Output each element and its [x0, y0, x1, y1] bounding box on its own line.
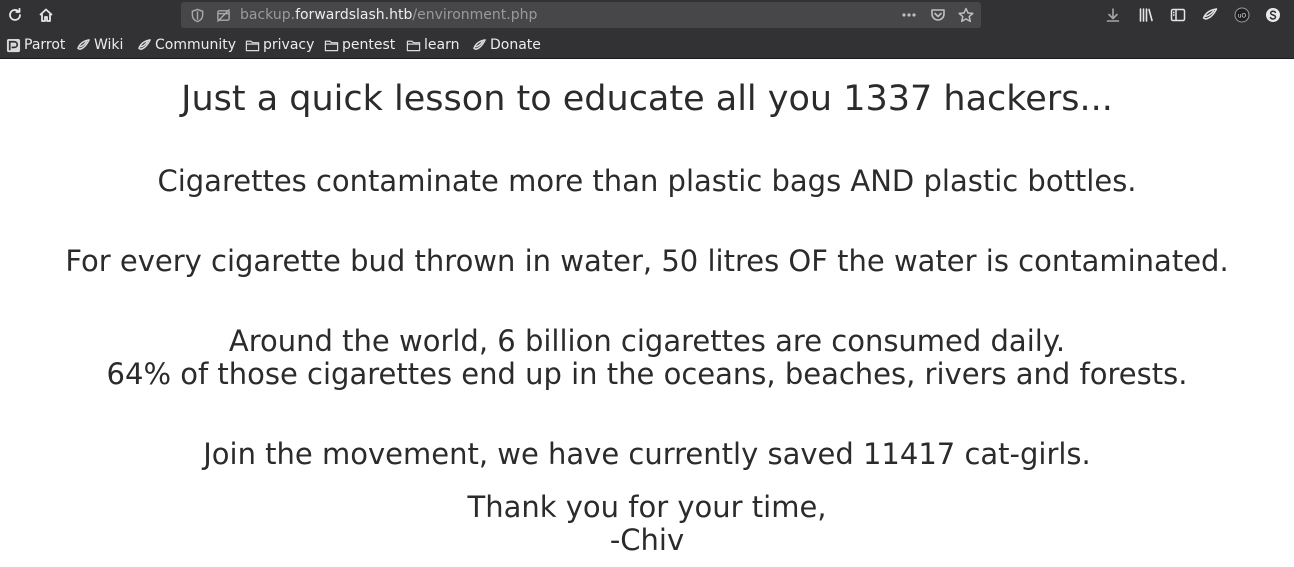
url-path: /environment.php: [412, 7, 538, 23]
signature: -Chiv: [609, 523, 685, 557]
account-icon[interactable]: [1264, 6, 1282, 24]
parrot-icon: [471, 37, 487, 53]
library-icon[interactable]: [1137, 6, 1155, 24]
lesson-line-3b: 64% of those cigarettes end up in the oc…: [106, 357, 1188, 391]
home-icon[interactable]: [37, 6, 55, 24]
bookmark-learn[interactable]: learn: [405, 37, 459, 53]
bookmark-donate[interactable]: Donate: [471, 37, 541, 53]
lesson-line-3a: Around the world, 6 billion cigarettes a…: [228, 324, 1066, 358]
browser-toolbar: backup.forwardslash.htb/environment.php: [0, 0, 1294, 31]
bookmarks-bar: Parrot Wiki Community privacy pentest le…: [0, 31, 1294, 59]
bookmark-label: Donate: [490, 37, 541, 53]
bookmark-label: learn: [424, 37, 460, 53]
lesson-line-1: Cigarettes contaminate more than plastic…: [157, 164, 1137, 198]
bookmark-community[interactable]: Community: [136, 37, 236, 53]
bookmark-label: Parrot: [24, 37, 66, 53]
bookmark-wiki[interactable]: Wiki: [75, 37, 123, 53]
url-subdomain: backup.: [240, 7, 296, 23]
bookmark-label: Community: [155, 37, 237, 53]
insecure-page-icon[interactable]: [215, 7, 231, 23]
bookmark-privacy[interactable]: privacy: [244, 37, 314, 53]
parrot-icon: [75, 37, 91, 53]
pocket-icon[interactable]: [929, 7, 947, 23]
bookmark-pentest[interactable]: pentest: [323, 37, 395, 53]
parrot-icon: [136, 37, 152, 53]
bookmark-star-icon[interactable]: [957, 7, 975, 23]
lesson-line-4: Join the movement, we have currently sav…: [203, 437, 1091, 471]
url-host: forwardslash.htb: [295, 7, 413, 23]
lesson-line-2: For every cigarette bud thrown in water,…: [65, 244, 1229, 278]
shield-icon[interactable]: [189, 7, 205, 23]
bookmark-parrot[interactable]: Parrot: [5, 37, 65, 53]
bookmark-label: privacy: [263, 37, 315, 53]
closing-line: Thank you for your time,: [467, 490, 827, 524]
url-text[interactable]: backup.forwardslash.htb/environment.php: [240, 7, 537, 23]
folder-icon: [244, 37, 260, 53]
sidebar-icon[interactable]: [1169, 6, 1187, 24]
bookmark-label: pentest: [342, 37, 396, 53]
svg-text:uO: uO: [1238, 13, 1247, 20]
address-bar[interactable]: backup.forwardslash.htb/environment.php: [181, 2, 981, 28]
ublock-icon[interactable]: uO: [1233, 6, 1251, 24]
folder-icon: [405, 37, 421, 53]
page-content: Just a quick lesson to educate all you 1…: [0, 59, 1294, 567]
page-heading: Just a quick lesson to educate all you 1…: [181, 79, 1113, 119]
folder-icon: [323, 37, 339, 53]
reload-icon[interactable]: [6, 6, 24, 24]
extension-icon[interactable]: [1201, 6, 1219, 24]
page-actions-icon[interactable]: [900, 7, 918, 23]
bookmark-label: Wiki: [94, 37, 124, 53]
parrot-icon: [5, 37, 21, 53]
download-icon[interactable]: [1104, 6, 1122, 24]
